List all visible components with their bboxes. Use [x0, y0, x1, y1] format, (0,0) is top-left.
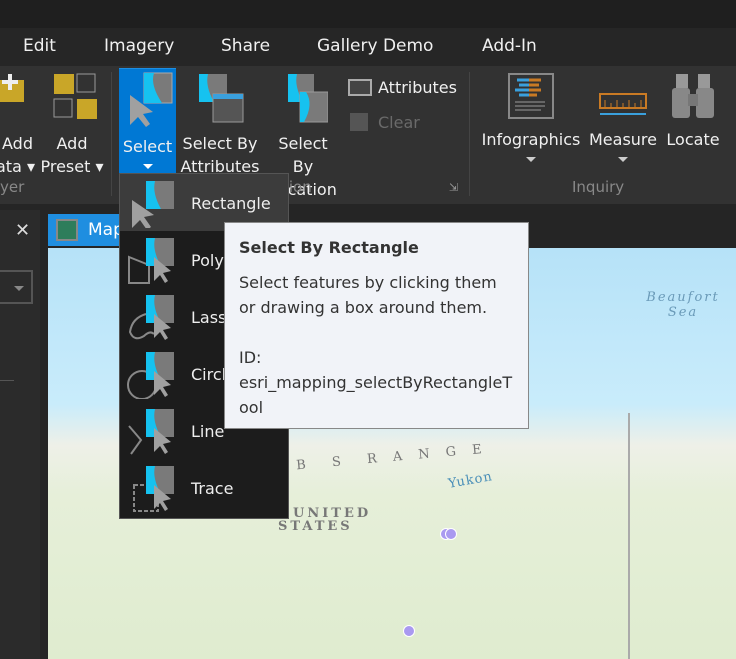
layer-group-label: yer — [0, 178, 25, 196]
inquiry-group-label: Inquiry — [572, 178, 625, 196]
select-line-icon — [128, 409, 174, 455]
tab-share[interactable]: Share — [221, 36, 270, 56]
binoculars-icon — [672, 74, 714, 118]
close-icon[interactable]: ✕ — [15, 220, 30, 241]
contents-pane: ✕ — [0, 210, 40, 659]
map-label-country-2: STATES — [278, 519, 353, 534]
select-circle-icon — [127, 352, 174, 399]
map-label-sea: Beaufort Sea — [646, 290, 720, 320]
add-data-icon — [0, 74, 24, 102]
tab-map[interactable]: Map — [48, 214, 128, 246]
select-lasso-icon — [128, 295, 174, 340]
title-bar — [0, 0, 736, 28]
select-by-location-icon — [288, 74, 329, 123]
tooltip-description: Select features by clicking them or draw… — [239, 273, 497, 317]
tab-imagery[interactable]: Imagery — [104, 36, 174, 56]
tooltip-title: Select By Rectangle — [239, 238, 419, 257]
chevron-down-icon — [142, 164, 153, 169]
ribbon-tabs: Edit Imagery Share Gallery Demo Add-In — [0, 28, 736, 66]
map-label-range: B S R A N G E — [295, 441, 489, 474]
tooltip-id-value: esri_mapping_selectByRectangleTool — [239, 373, 513, 417]
chevron-down-icon — [526, 157, 536, 162]
clear-button[interactable]: Clear — [350, 111, 420, 134]
infographics-button[interactable]: Infographics — [480, 72, 582, 162]
add-data-button[interactable]: Add ata ▾ — [0, 72, 35, 178]
select-rectangle-icon — [132, 181, 174, 228]
divider — [111, 72, 112, 196]
measure-icon — [599, 93, 647, 115]
tooltip: Select By Rectangle Select features by c… — [224, 222, 529, 429]
tab-add-in[interactable]: Add-In — [482, 36, 537, 56]
dialog-launcher-icon[interactable]: ⇲ — [449, 181, 458, 194]
chevron-down-icon — [14, 286, 24, 291]
map-point[interactable] — [403, 625, 415, 637]
tab-edit[interactable]: Edit — [23, 36, 56, 56]
map-point[interactable] — [445, 528, 457, 540]
select-polygon-icon — [128, 238, 174, 284]
select-trace-icon — [133, 466, 174, 512]
select-icon — [129, 72, 172, 127]
attributes-button[interactable]: Attributes — [348, 76, 457, 99]
add-preset-icon — [53, 73, 97, 119]
divider — [469, 72, 470, 196]
locate-button[interactable]: Locate — [664, 72, 722, 151]
add-preset-button[interactable]: Add Preset ▾ — [40, 72, 104, 178]
divider — [0, 380, 14, 381]
menu-item-trace[interactable]: Trace — [120, 459, 288, 516]
table-icon — [348, 79, 372, 96]
tab-gallery-demo[interactable]: Gallery Demo — [317, 36, 433, 56]
select-by-attributes-icon — [199, 74, 244, 123]
ribbon: Add ata ▾ Add Preset ▾ yer Select Select… — [0, 66, 736, 204]
clear-selection-icon — [350, 113, 368, 131]
measure-button[interactable]: Measure — [588, 72, 658, 162]
select-button[interactable]: Select — [119, 68, 176, 176]
select-by-attributes-button[interactable]: Select By Attributes — [180, 72, 260, 178]
tooltip-id-label: ID: — [239, 348, 262, 367]
map-icon — [56, 219, 78, 241]
infographics-icon — [508, 73, 554, 119]
border-line — [628, 413, 630, 659]
dropdown[interactable] — [0, 270, 33, 304]
map-label-river: Yukon — [447, 469, 494, 492]
chevron-down-icon — [618, 157, 628, 162]
